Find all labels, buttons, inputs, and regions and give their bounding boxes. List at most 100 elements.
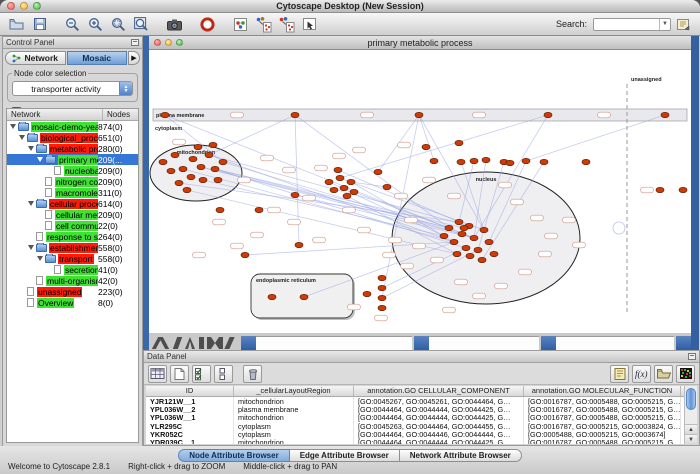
network-node[interactable] — [544, 112, 552, 117]
tree-item[interactable]: cellular metabo209(0) — [7, 209, 138, 220]
network-node[interactable] — [334, 167, 342, 172]
network-node[interactable] — [453, 251, 461, 256]
table-column-header[interactable]: annotation.GO MOLECULAR_FUNCTION — [524, 386, 681, 396]
search-config-icon[interactable] — [673, 15, 694, 34]
network-node[interactable] — [300, 294, 308, 299]
network-node[interactable] — [661, 112, 669, 117]
network-node[interactable] — [291, 192, 299, 197]
select-attributes-icon[interactable] — [192, 365, 211, 383]
network-node[interactable] — [336, 175, 344, 180]
background-window-sliver[interactable] — [256, 336, 412, 350]
table-column-header[interactable]: annotation.GO CELLULAR_COMPONENT — [354, 386, 524, 396]
tab-network-attribute-browser[interactable]: Network Attribute Browser — [400, 449, 522, 462]
background-window-edge[interactable] — [676, 336, 691, 350]
network-node[interactable] — [415, 112, 423, 117]
tree-item[interactable]: cellular process614(0) — [7, 198, 138, 209]
import-table-icon[interactable] — [654, 365, 673, 383]
network-node[interactable] — [350, 189, 358, 194]
network-node[interactable] — [161, 112, 169, 117]
network-node[interactable] — [462, 245, 470, 250]
network-node[interactable] — [171, 152, 179, 157]
help-icon[interactable] — [197, 15, 218, 34]
scroll-up-icon[interactable]: ▲ — [685, 424, 697, 434]
network-node[interactable] — [450, 239, 458, 244]
scroll-down-icon[interactable]: ▼ — [685, 434, 697, 444]
tree-item[interactable]: response to stimulu264(0) — [7, 231, 138, 242]
network-node[interactable] — [325, 179, 333, 184]
formula-icon[interactable]: f(x) — [632, 365, 651, 383]
network-node[interactable] — [209, 142, 217, 147]
tree-item[interactable]: nucleobase-209(0) — [7, 165, 138, 176]
tree-item[interactable]: unassigned223(0) — [7, 286, 138, 297]
network-node[interactable] — [255, 207, 263, 212]
network-node[interactable] — [485, 239, 493, 244]
expand-triangle-icon[interactable] — [37, 157, 43, 162]
expand-triangle-icon[interactable] — [19, 135, 25, 140]
tree-item[interactable]: metabolic process280(0) — [7, 143, 138, 154]
background-window-edge[interactable] — [414, 336, 429, 350]
network-node[interactable] — [183, 187, 191, 192]
expand-triangle-icon[interactable] — [28, 146, 34, 151]
tree-item[interactable]: primary metabo209(... — [7, 154, 138, 165]
network-node[interactable] — [383, 184, 391, 189]
tree-item[interactable]: mosaic-demo-yeast874(0) — [7, 121, 138, 132]
tab-overflow-arrow-icon[interactable]: ▶ — [128, 51, 140, 65]
network-node[interactable] — [343, 193, 351, 198]
network-node[interactable] — [159, 159, 167, 164]
float-panel-icon[interactable] — [131, 39, 139, 46]
background-window-sliver[interactable] — [556, 336, 674, 350]
snapshot-icon[interactable] — [164, 15, 185, 34]
zoom-region-icon[interactable] — [108, 15, 129, 34]
expand-triangle-icon[interactable] — [10, 124, 16, 129]
network-node[interactable] — [194, 144, 202, 149]
zoom-fit-icon[interactable] — [131, 15, 152, 34]
table-mode-icon[interactable] — [148, 365, 167, 383]
tree-column-network[interactable]: Network — [7, 109, 103, 120]
matrix-icon[interactable] — [676, 365, 695, 383]
network-node[interactable] — [187, 174, 195, 179]
tree-item[interactable]: multi-organism pro42(0) — [7, 275, 138, 286]
network-node[interactable] — [460, 225, 468, 230]
tree-column-nodes[interactable]: Nodes — [103, 109, 130, 120]
tab-node-attribute-browser[interactable]: Node Attribute Browser — [178, 449, 290, 462]
network-node[interactable] — [175, 180, 183, 185]
network-canvas[interactable]: plasma membranecytoplasmmitochondrionnuc… — [149, 50, 691, 333]
tree-item[interactable]: nitrogen compo209(0) — [7, 176, 138, 187]
network-node[interactable] — [458, 231, 466, 236]
open-icon[interactable] — [6, 15, 27, 34]
network-node[interactable] — [241, 252, 249, 257]
tree-item[interactable]: Overview8(0) — [7, 297, 138, 308]
network-node[interactable] — [378, 305, 386, 310]
network-node[interactable] — [189, 156, 197, 161]
tree-item[interactable]: secretion41(0) — [7, 264, 138, 275]
network-node[interactable] — [199, 177, 207, 182]
network-node[interactable] — [478, 257, 486, 262]
search-dropdown-arrow-icon[interactable]: ▼ — [659, 19, 670, 30]
network-node[interactable] — [197, 164, 205, 169]
selection-mode-icon[interactable] — [299, 15, 320, 34]
network-node[interactable] — [506, 160, 514, 165]
network-node[interactable] — [470, 158, 478, 163]
export-network-icon[interactable] — [276, 15, 297, 34]
network-node[interactable] — [295, 242, 303, 247]
network-node[interactable] — [482, 157, 490, 162]
network-node[interactable] — [219, 159, 227, 164]
network-node[interactable] — [522, 158, 530, 163]
expand-triangle-icon[interactable] — [37, 256, 43, 261]
network-node[interactable] — [582, 159, 590, 164]
network-node[interactable] — [455, 140, 463, 145]
table-scrollbar[interactable]: ▲ ▼ — [684, 386, 697, 444]
network-node[interactable] — [490, 251, 498, 256]
network-node[interactable] — [445, 225, 453, 230]
network-node[interactable] — [455, 219, 463, 224]
network-node[interactable] — [679, 187, 687, 192]
network-node[interactable] — [167, 168, 175, 173]
tree-item[interactable]: macromolecule311(0) — [7, 187, 138, 198]
tree-item[interactable]: transport558(0) — [7, 253, 138, 264]
new-attribute-icon[interactable] — [170, 365, 189, 383]
network-node[interactable] — [378, 275, 386, 280]
vizmapper-icon[interactable] — [230, 15, 251, 34]
import-network-icon[interactable] — [253, 15, 274, 34]
network-node[interactable] — [540, 159, 548, 164]
search-input[interactable]: ▼ — [593, 18, 671, 31]
